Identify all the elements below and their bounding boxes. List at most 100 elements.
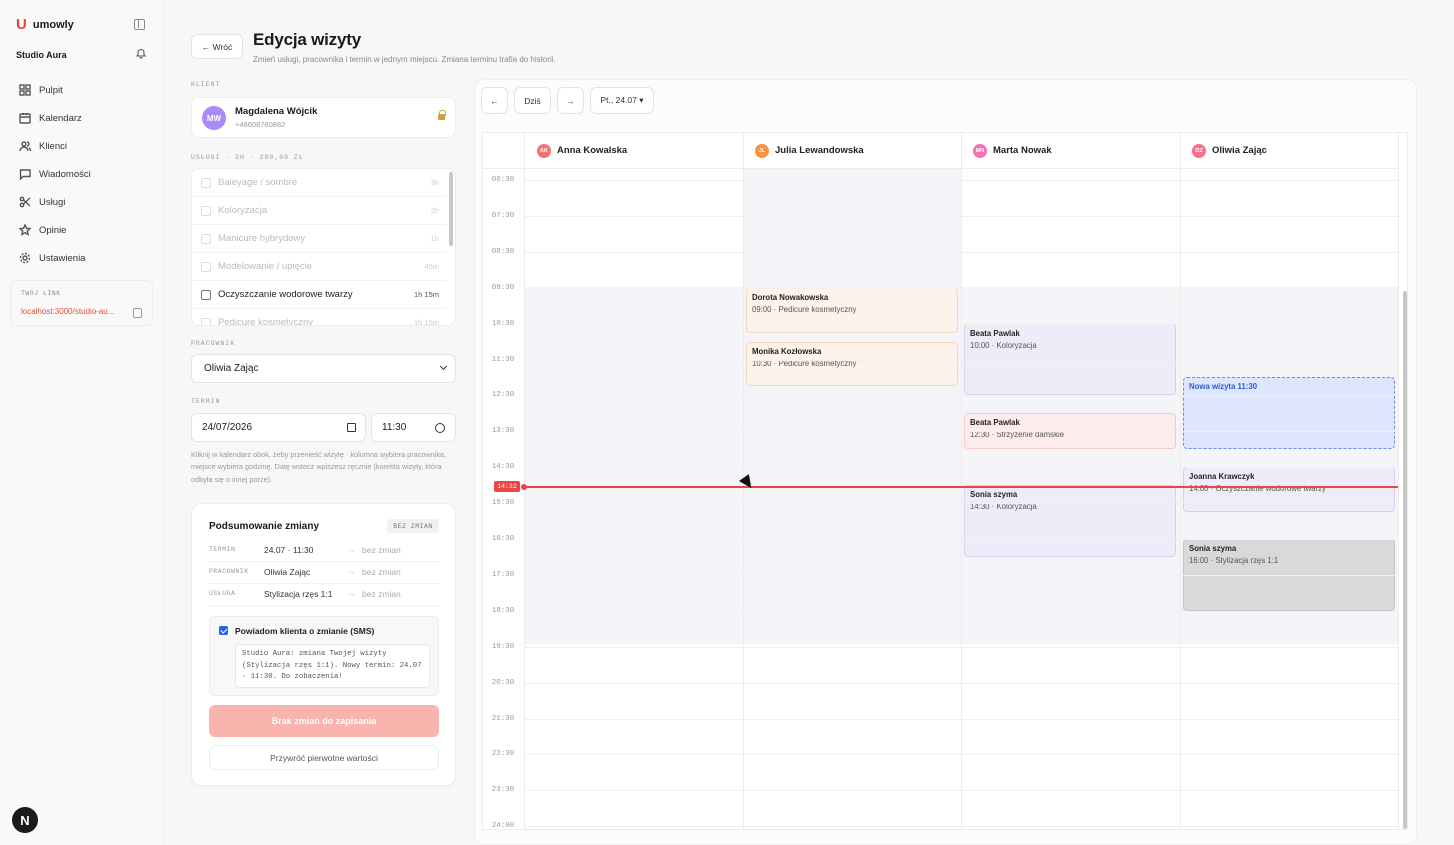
hour-gridline (525, 682, 1398, 684)
client-phone: +48608780882 (235, 120, 286, 129)
booking-link-url[interactable]: localhost:3000/studio-au... (21, 307, 114, 316)
client-section-label: KLIENT (191, 81, 221, 88)
date-input[interactable]: 24/07/2026 (191, 413, 366, 442)
bell-icon[interactable] (135, 47, 147, 59)
appointment-client: Beata Pawlak (970, 418, 1020, 428)
hour-gridline (525, 251, 1398, 253)
appointment-client: Sonia szyma (970, 490, 1018, 500)
next-day-button[interactable]: → (557, 87, 584, 114)
date-picker-button[interactable]: Pt., 24.07 ▾ (590, 87, 654, 114)
star-icon (19, 224, 31, 236)
brand[interactable]: U umowly (16, 17, 74, 32)
checkbox[interactable] (201, 233, 211, 244)
list-item[interactable]: Baleyage / sombré 3h (192, 169, 447, 197)
sms-checkbox[interactable] (219, 626, 228, 635)
list-item[interactable]: Pedicure kosmetyczny 1h 15m (192, 309, 447, 326)
message-icon (19, 169, 31, 180)
time-label: 06:30 (491, 176, 515, 184)
checkbox[interactable] (201, 317, 211, 325)
employee-name: Oliwia Zając (1212, 145, 1267, 156)
summary-new-value: bez zmian (362, 567, 401, 577)
hour-gridline (525, 790, 1398, 792)
services-list[interactable]: Baleyage / sombré 3h Koloryzacja 2h Manicu… (191, 168, 456, 326)
hour-gridline (525, 323, 1398, 325)
list-item[interactable]: Manicure hybrydowy 1h (192, 225, 447, 253)
appointment-block[interactable]: Joanna Krawczyk 14:00 · Oczyszczanie wodo… (1183, 467, 1395, 513)
checkbox[interactable] (201, 205, 211, 216)
calendar-icon[interactable] (347, 423, 356, 432)
appointment-block[interactable]: Monika Kozłowska 10:30 · Pedicure kosmety… (746, 341, 958, 387)
column-divider (1180, 133, 1181, 829)
service-duration: 2h (430, 206, 439, 215)
new-visit-placeholder[interactable]: Nowa wizyta 11:30 (1183, 377, 1395, 450)
sidebar-item-opinie[interactable]: Opinie (14, 216, 154, 244)
time-label: 11:30 (491, 355, 515, 364)
brand-name: umowly (32, 18, 74, 31)
summary-value: 24.07 · 11:30 (264, 545, 314, 555)
sidebar-item-wiadomosci[interactable]: Wiadomości (14, 160, 154, 188)
hour-gridline (525, 431, 1398, 433)
hour-gridline (525, 646, 1398, 648)
sidebar-item-kalendarz[interactable]: Kalendarz (14, 104, 154, 132)
avatar: OZ (1192, 143, 1206, 158)
sidebar: U umowly Studio Aura Pulpit Kalendarz Kl… (0, 0, 164, 845)
sidebar-item-klienci[interactable]: Klienci (14, 132, 154, 160)
appointment-block[interactable]: Dorota Nowakowska 09:00 · Pedicure kosmet… (746, 287, 958, 333)
time-value: 11:30 (382, 422, 407, 433)
time-label: 21:30 (491, 714, 515, 723)
hour-gridline (525, 287, 1398, 289)
time-label: 18:30 (491, 606, 515, 615)
calendar-scrollbar[interactable] (1403, 291, 1407, 829)
time-label: 24:00 (491, 822, 515, 830)
dev-tools-badge[interactable]: N (12, 807, 38, 833)
checkbox[interactable] (201, 289, 211, 300)
column-divider (1398, 133, 1399, 829)
appointment-detail: 16:00 · Stylizacja rzęs 1:1 (1189, 556, 1279, 565)
back-button[interactable]: ← Wróć (191, 34, 243, 59)
hour-gridline (525, 467, 1398, 469)
booking-link-label: TWÓJ LINK (21, 290, 61, 297)
copy-icon[interactable] (133, 308, 142, 318)
arrow-right-icon: → (347, 544, 356, 554)
time-input[interactable]: 11:30 (371, 413, 456, 442)
hour-gridline (525, 574, 1398, 576)
change-summary-card: Podsumowanie zmiany BEZ ZMIAN TERMIN 24.… (191, 503, 456, 786)
time-label: 23:30 (491, 786, 515, 795)
today-button[interactable]: Dziś (514, 87, 551, 114)
sidebar-toggle-icon[interactable] (134, 19, 145, 30)
term-section-label: TERMIN (191, 398, 221, 405)
arrow-right-icon: → (347, 566, 356, 576)
prev-day-button[interactable]: ← (481, 87, 508, 114)
services-scrollbar[interactable] (449, 172, 453, 246)
summary-row: PRACOWNIK Oliwia Zając → bez zmian (209, 562, 439, 584)
summary-key: USŁUGA (209, 590, 236, 597)
sidebar-item-pulpit[interactable]: Pulpit (14, 76, 154, 104)
sms-textarea[interactable]: Studio Aura: zmiana Twojej wizyty (Styli… (235, 644, 430, 688)
sidebar-item-label: Klienci (39, 140, 67, 152)
appointment-block[interactable]: Sonia szyma 14:30 · Koloryzacja (964, 485, 1176, 557)
sidebar-nav: Pulpit Kalendarz Klienci Wiadomości Usłu… (14, 76, 154, 272)
save-button[interactable]: Brak zmian do zapisania (209, 705, 439, 737)
hour-gridline (525, 610, 1398, 612)
avatar: AK (537, 143, 551, 158)
grid-icon (19, 84, 31, 96)
employee-name: Marta Nowak (993, 145, 1052, 156)
sidebar-item-uslugi[interactable]: Usługi (14, 188, 154, 216)
sidebar-item-ustawienia[interactable]: Ustawienia (14, 244, 154, 272)
list-item[interactable]: Koloryzacja 2h (192, 197, 447, 225)
current-time-dot (521, 484, 527, 490)
clock-icon[interactable] (435, 423, 445, 433)
checkbox[interactable] (201, 261, 211, 272)
appointment-detail: 10:00 · Koloryzacja (970, 340, 1037, 350)
sidebar-item-label: Wiadomości (39, 168, 91, 180)
list-item[interactable]: Oczyszczanie wodorowe twarzy 1h 15m (192, 281, 447, 309)
checkbox[interactable] (201, 177, 211, 188)
reset-button[interactable]: Przywróć pierwotne wartości (209, 745, 439, 770)
calendar-grid[interactable]: AK Anna Kowalska JL Julia Lewandowska MN… (482, 132, 1408, 830)
service-label: Pedicure kosmetyczny (218, 317, 314, 326)
employee-name: Anna Kowalska (557, 145, 628, 156)
calendar-icon (19, 113, 31, 124)
employee-select[interactable]: Oliwia Zając (191, 354, 456, 383)
sidebar-item-label: Usługi (39, 196, 66, 208)
list-item[interactable]: Modelowanie / upięcie 45m (192, 253, 447, 281)
